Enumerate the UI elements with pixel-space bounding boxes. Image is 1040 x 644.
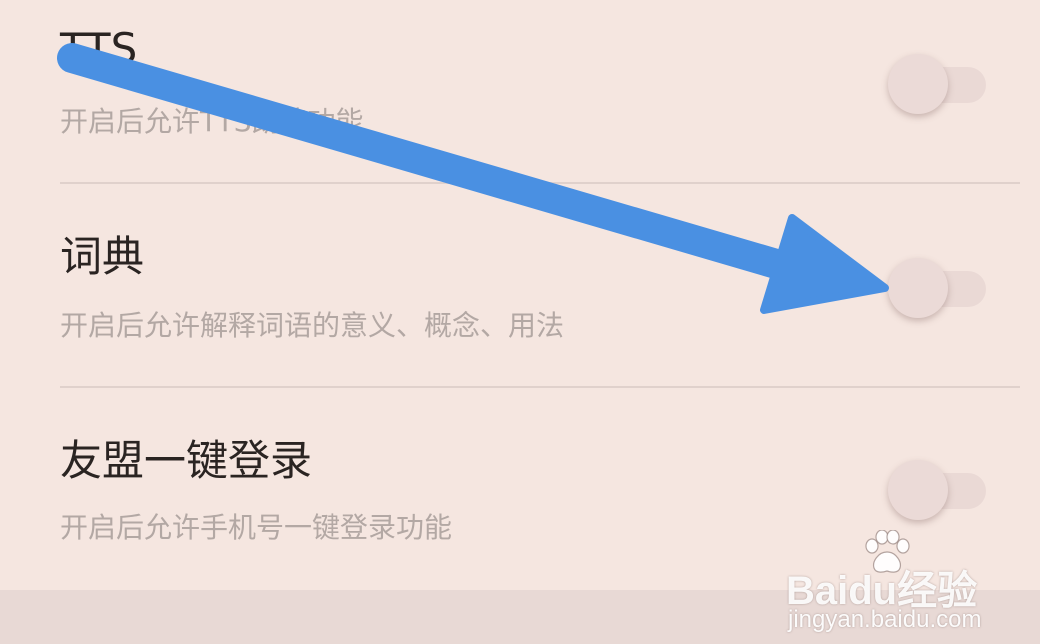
setting-description-dictionary: 开启后允许解释词语的意义、概念、用法 <box>60 309 565 342</box>
umeng-login-toggle[interactable] <box>888 458 988 520</box>
watermark-url: jingyan.baidu.com <box>788 606 982 633</box>
setting-description-umeng-login: 开启后允许手机号一键登录功能 <box>60 511 453 544</box>
tts-toggle[interactable] <box>888 52 988 114</box>
dictionary-toggle[interactable] <box>888 256 988 318</box>
toggle-thumb <box>888 54 948 114</box>
setting-row-dictionary[interactable]: 词典 开启后允许解释词语的意义、概念、用法 <box>0 184 1040 384</box>
setting-row-tts[interactable]: TTS 开启后允许TTS朗读功能 <box>0 0 1040 200</box>
setting-description-tts: 开启后允许TTS朗读功能 <box>60 105 364 138</box>
setting-title-tts: TTS <box>60 24 138 73</box>
toggle-thumb <box>888 460 948 520</box>
watermark: Baidu经验 jingyan.baidu.com <box>780 530 1030 640</box>
toggle-thumb <box>888 258 948 318</box>
setting-title-umeng-login: 友盟一键登录 <box>60 436 313 485</box>
setting-title-dictionary: 词典 <box>60 232 145 281</box>
